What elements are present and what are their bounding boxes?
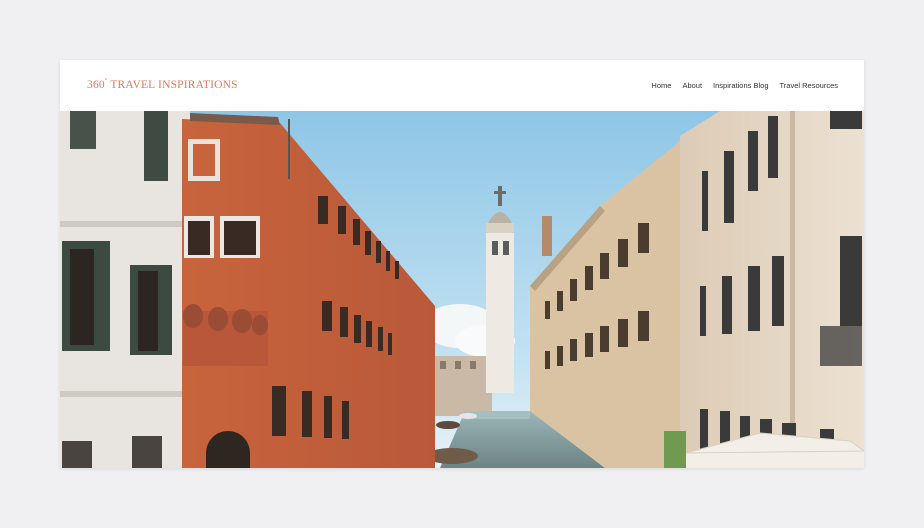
- site-title[interactable]: 360° TRAVEL INSPIRATIONS: [87, 78, 238, 91]
- nav-item-travel-resources[interactable]: Travel Resources: [780, 81, 839, 90]
- nav-item-about[interactable]: About: [682, 81, 702, 90]
- website-preview: 360° TRAVEL INSPIRATIONS Home About Insp…: [60, 60, 864, 468]
- site-title-text: TRAVEL INSPIRATIONS: [107, 79, 238, 91]
- hero-image: [60, 111, 864, 468]
- site-header: 360° TRAVEL INSPIRATIONS Home About Insp…: [60, 60, 864, 111]
- nav-item-home[interactable]: Home: [651, 81, 671, 90]
- site-title-number: 360: [87, 79, 105, 91]
- main-nav: Home About Inspirations Blog Travel Reso…: [651, 81, 838, 90]
- venice-canal-illustration: [60, 111, 864, 468]
- nav-item-inspirations-blog[interactable]: Inspirations Blog: [713, 81, 768, 90]
